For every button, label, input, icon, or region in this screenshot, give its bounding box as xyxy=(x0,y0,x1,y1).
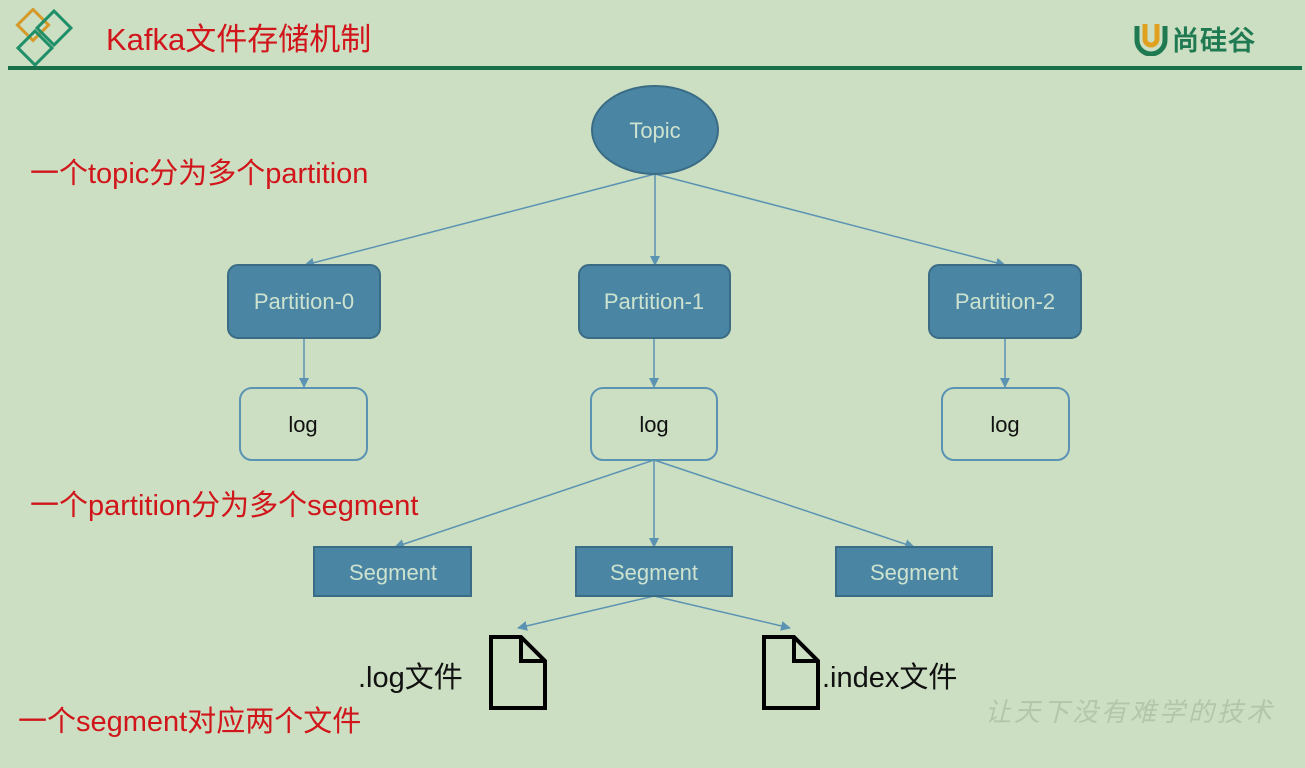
edge-log-segment-2 xyxy=(653,459,915,549)
segment-label: Segment xyxy=(610,560,698,585)
partition-node: Partition-2 xyxy=(928,264,1082,339)
segment-label: Segment xyxy=(870,560,958,585)
note-topic-partition: 一个topic分为多个partition xyxy=(30,158,369,190)
partition-label: Partition-0 xyxy=(254,289,354,314)
edge-segment-indexfile xyxy=(653,595,791,631)
partition-node: Partition-0 xyxy=(227,264,381,339)
partition-node: Partition-1 xyxy=(578,264,731,339)
log-label: log xyxy=(288,412,317,437)
edge-topic-partition-2 xyxy=(654,173,1006,268)
segment-node: Segment xyxy=(313,546,472,597)
kafka-storage-diagram: Topic Partition-0 Partition-1 Partition-… xyxy=(227,85,1082,710)
footer-slogan: 让天下没有难学的技术 xyxy=(985,698,1276,728)
note-segment-files: 一个segment对应两个文件 xyxy=(18,706,362,738)
topic-node: Topic xyxy=(591,85,719,175)
log-label: log xyxy=(639,412,668,437)
log-node: log xyxy=(239,387,368,461)
log-label: log xyxy=(990,412,1019,437)
note-partition-segment: 一个partition分为多个segment xyxy=(30,490,419,522)
log-file-label: .log文件 xyxy=(358,662,463,694)
partition-label: Partition-1 xyxy=(604,289,704,314)
log-node: log xyxy=(590,387,718,461)
index-file-icon xyxy=(762,635,820,710)
topic-label: Topic xyxy=(629,118,680,143)
log-node: log xyxy=(941,387,1070,461)
edge-segment-logfile xyxy=(517,595,655,631)
index-file-label: .index文件 xyxy=(822,662,958,694)
edge-log-segment-0 xyxy=(394,459,655,549)
segment-node: Segment xyxy=(575,546,733,597)
partition-label: Partition-2 xyxy=(955,289,1055,314)
segment-label: Segment xyxy=(349,560,437,585)
log-file-icon xyxy=(489,635,547,710)
segment-node: Segment xyxy=(835,546,993,597)
